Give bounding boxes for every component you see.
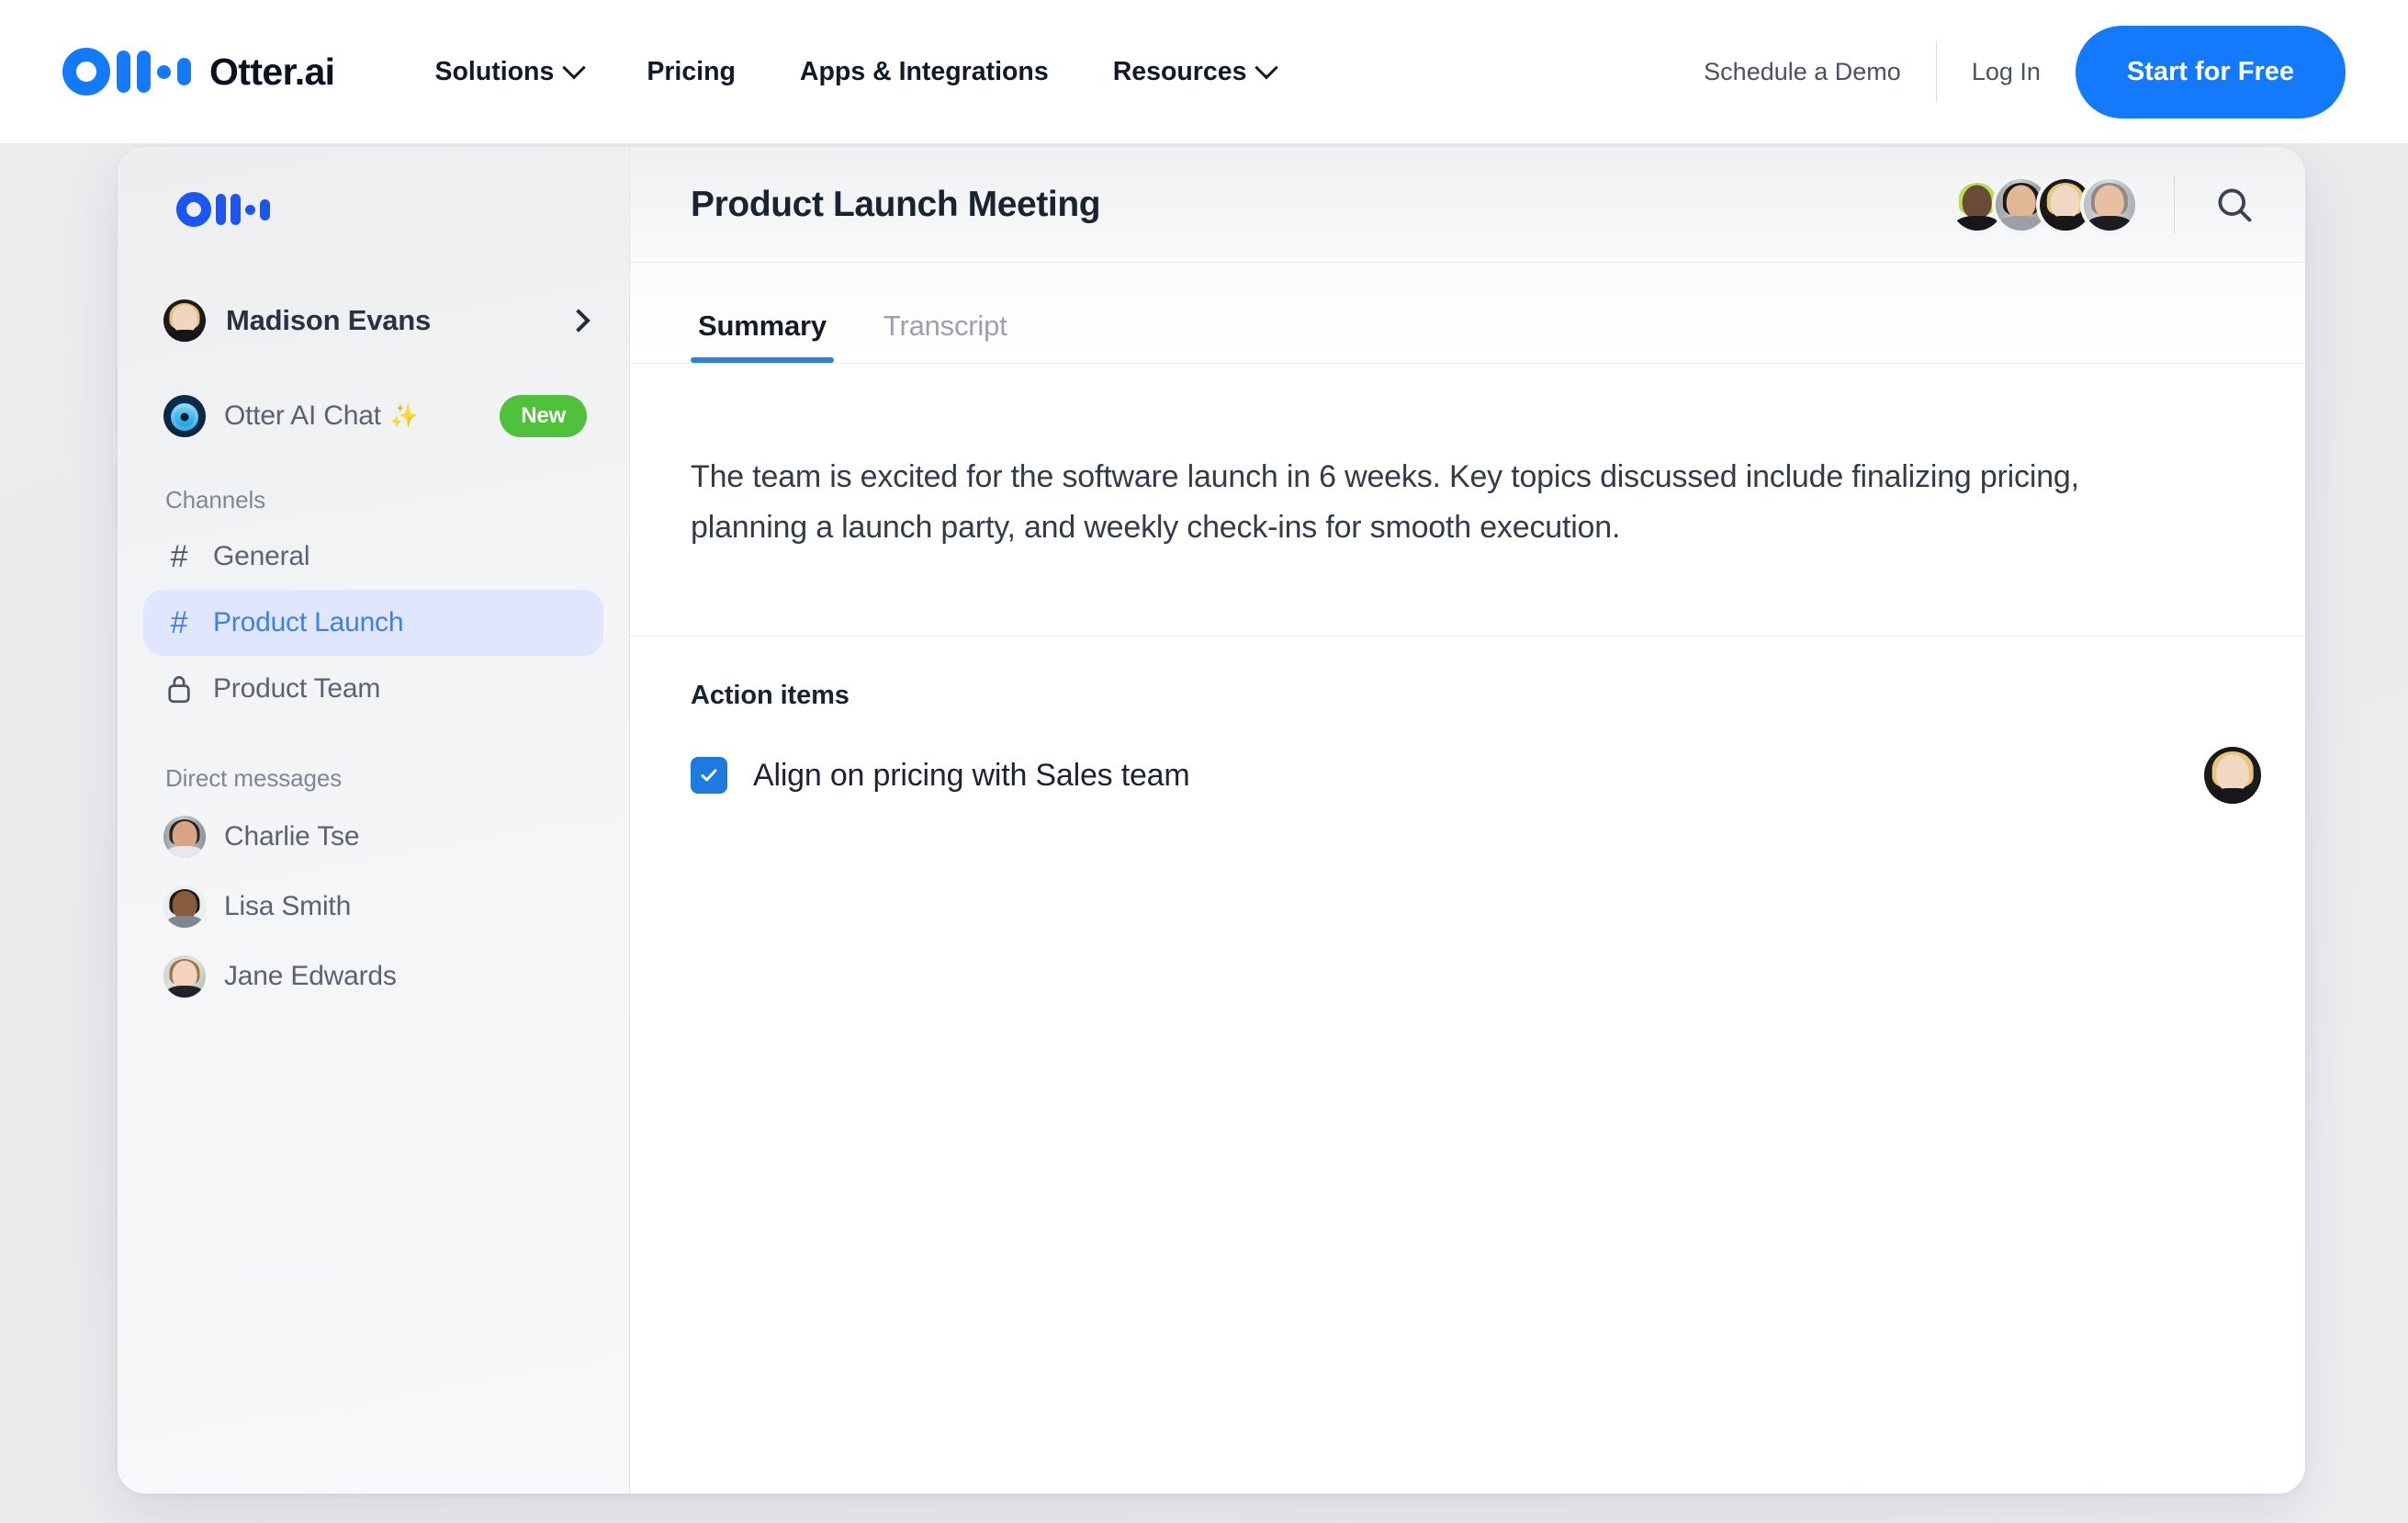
participant-avatar-stack[interactable] [1948, 175, 2139, 234]
app-sidebar: Madison Evans Otter AI Chat ✨ New Channe… [118, 147, 630, 1494]
nav-link-resources[interactable]: Resources [1081, 56, 1308, 87]
chevron-right-icon [567, 309, 591, 333]
new-badge: New [500, 395, 587, 437]
avatar [163, 886, 206, 928]
nav-link-apps-integrations-label: Apps & Integrations [799, 56, 1049, 86]
sidebar-dm-charlie-tse-label: Charlie Tse [224, 821, 360, 852]
sidebar-user-name: Madison Evans [226, 304, 432, 336]
page-title: Product Launch Meeting [691, 184, 1101, 224]
log-in-link[interactable]: Log In [1937, 58, 2076, 86]
otter-brand-logo[interactable]: Otter.ai [62, 47, 335, 96]
action-item-text: Align on pricing with Sales team [753, 757, 1190, 793]
avatar [163, 955, 206, 998]
action-items-section: Action items Align on pricing with Sales… [630, 637, 2305, 805]
sidebar-item-product-launch[interactable]: # Product Launch [143, 590, 603, 656]
schedule-demo-link[interactable]: Schedule a Demo [1669, 58, 1936, 86]
sidebar-dm-jane-edwards[interactable]: Jane Edwards [143, 942, 603, 1011]
start-for-free-button[interactable]: Start for Free [2075, 25, 2346, 118]
avatar [163, 816, 206, 858]
sidebar-item-otter-ai-chat[interactable]: Otter AI Chat ✨ New [143, 389, 603, 444]
tab-transcript[interactable]: Transcript [876, 310, 1015, 363]
hash-icon: # [170, 604, 188, 640]
action-item-row: Align on pricing with Sales team [691, 746, 2261, 805]
nav-link-pricing-label: Pricing [647, 56, 736, 86]
avatar [2080, 175, 2139, 234]
sparkles-icon: ✨ [389, 402, 419, 429]
content-tabs: Summary Transcript [630, 263, 2305, 364]
sidebar-item-general[interactable]: # General [143, 524, 603, 590]
otter-app-card: Madison Evans Otter AI Chat ✨ New Channe… [118, 147, 2305, 1494]
header-divider [2174, 175, 2175, 233]
nav-link-apps-integrations[interactable]: Apps & Integrations [768, 57, 1081, 87]
nav-link-resources-label: Resources [1112, 56, 1247, 86]
nav-link-solutions-label: Solutions [434, 56, 555, 86]
primary-nav: Solutions Pricing Apps & Integrations Re… [402, 56, 1308, 87]
sidebar-item-general-label: General [213, 541, 310, 571]
nav-link-pricing[interactable]: Pricing [614, 57, 768, 87]
lock-icon [163, 674, 195, 704]
sidebar-dm-charlie-tse[interactable]: Charlie Tse [143, 802, 603, 872]
nav-actions: Schedule a Demo Log In Start for Free [1669, 25, 2346, 118]
channels-heading: Channels [165, 486, 266, 513]
sidebar-otter-logo[interactable] [176, 186, 270, 233]
avatar [163, 299, 206, 342]
action-item-assignee-avatar [2204, 747, 2261, 805]
sidebar-dm-lisa-smith[interactable]: Lisa Smith [143, 872, 603, 942]
meeting-header: Product Launch Meeting [630, 147, 2305, 263]
sidebar-ai-chat-label-wrap: Otter AI Chat ✨ [224, 400, 419, 432]
brand-name: Otter.ai [209, 50, 335, 93]
sidebar-dm-jane-edwards-label: Jane Edwards [224, 961, 397, 991]
direct-messages-heading: Direct messages [165, 764, 343, 792]
sidebar-item-product-team-label: Product Team [213, 673, 381, 704]
search-icon[interactable] [2208, 178, 2261, 231]
marketing-top-nav: Otter.ai Solutions Pricing Apps & Integr… [0, 0, 2408, 143]
sidebar-dm-lisa-smith-label: Lisa Smith [224, 891, 352, 921]
otter-ai-orb-icon [163, 395, 206, 437]
nav-link-solutions[interactable]: Solutions [402, 56, 614, 87]
sidebar-item-product-team[interactable]: Product Team [143, 656, 603, 722]
sidebar-item-product-launch-label: Product Launch [213, 607, 404, 637]
tab-summary[interactable]: Summary [691, 310, 834, 363]
action-item-checkbox[interactable] [691, 757, 727, 795]
chevron-down-icon [562, 56, 587, 80]
action-items-heading: Action items [691, 681, 850, 711]
sidebar-user-profile[interactable]: Madison Evans [143, 291, 603, 350]
otter-waveform-logo-icon [62, 47, 191, 96]
summary-text: The team is excited for the software lau… [691, 459, 2079, 546]
meeting-header-actions [1948, 175, 2261, 234]
app-main-panel: Product Launch Meeting Summary Transcrip… [630, 147, 2305, 1494]
summary-section: The team is excited for the software lau… [630, 364, 2305, 637]
hash-icon: # [170, 538, 188, 574]
sidebar-ai-chat-label: Otter AI Chat [224, 400, 381, 431]
chevron-down-icon [1255, 56, 1279, 80]
otter-waveform-logo-icon [176, 192, 211, 227]
